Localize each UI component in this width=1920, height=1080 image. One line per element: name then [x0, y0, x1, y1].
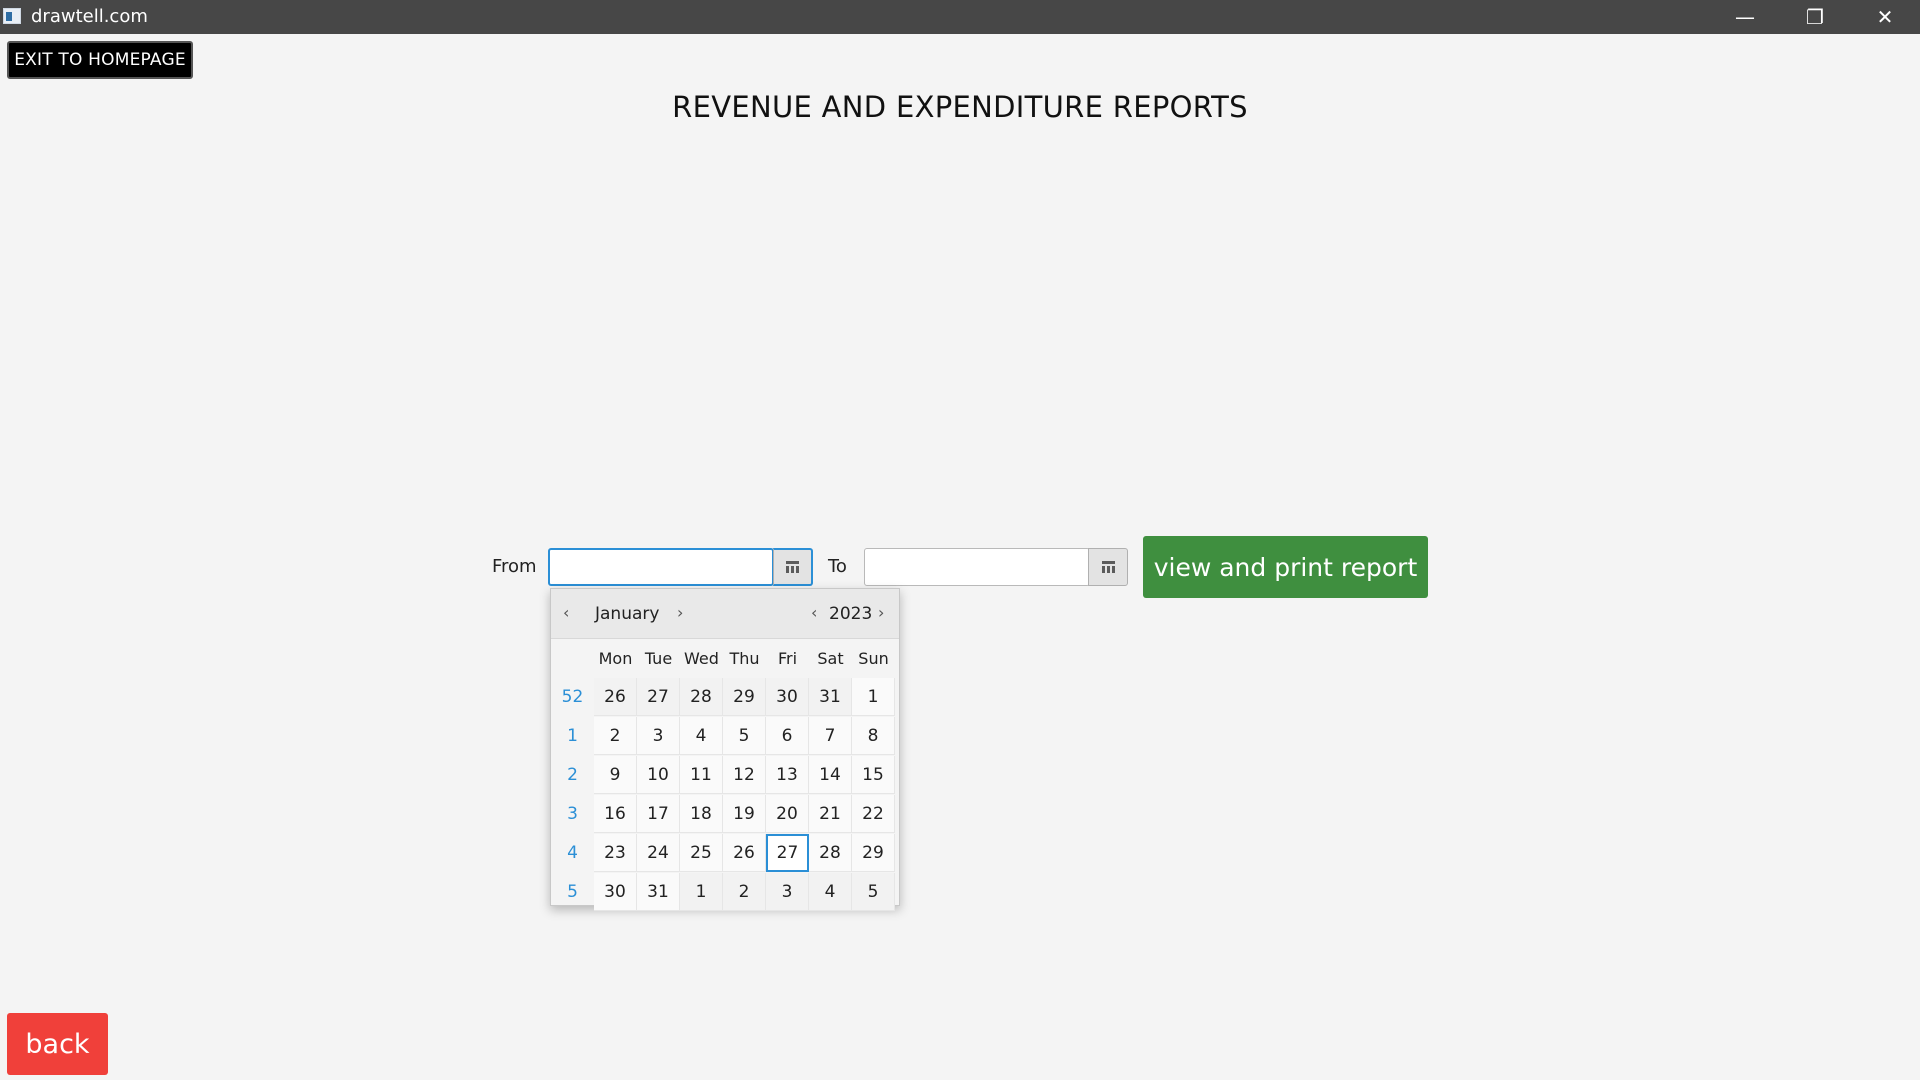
previous-month-chevron-icon[interactable]: ‹	[563, 603, 569, 622]
minimize-button[interactable]: —	[1710, 0, 1780, 34]
calendar-day[interactable]: 20	[766, 795, 809, 833]
date-picker-popup: ‹ January › ‹ 2023 › Mon Tue Wed Thu Fri…	[550, 588, 900, 911]
close-button[interactable]: ✕	[1850, 0, 1920, 34]
calendar-day[interactable]: 6	[766, 717, 809, 755]
calendar-day[interactable]: 30	[594, 873, 637, 911]
calendar-day[interactable]: 28	[809, 834, 852, 872]
from-date-input[interactable]	[548, 548, 774, 586]
maximize-button[interactable]: ❐	[1780, 0, 1850, 34]
calendar-day[interactable]: 24	[637, 834, 680, 872]
week-number: 5	[567, 882, 578, 902]
calendar-day[interactable]: 18	[680, 795, 723, 833]
calendar-day[interactable]: 5	[852, 873, 895, 911]
previous-year-chevron-icon[interactable]: ‹	[811, 603, 817, 622]
week-number: 4	[567, 843, 578, 863]
weekday-header: Fri	[777, 648, 798, 668]
calendar-day[interactable]: 9	[594, 756, 637, 794]
calendar-day[interactable]: 28	[680, 678, 723, 716]
calendar-day[interactable]: 25	[680, 834, 723, 872]
weekday-header: Sat	[817, 648, 844, 668]
exit-to-homepage-button[interactable]: EXIT TO HOMEPAGE	[7, 41, 193, 79]
calendar-day[interactable]: 19	[723, 795, 766, 833]
calendar-day[interactable]: 31	[637, 873, 680, 911]
calendar-day[interactable]: 2	[723, 873, 766, 911]
calendar-day[interactable]: 31	[809, 678, 852, 716]
calendar-day[interactable]: 1	[852, 678, 895, 716]
calendar-day[interactable]: 22	[852, 795, 895, 833]
view-and-print-report-button[interactable]: view and print report	[1143, 536, 1428, 598]
title-bar: drawtell.com — ❐ ✕	[0, 0, 1920, 34]
calendar-day[interactable]: 4	[809, 873, 852, 911]
calendar-day-today[interactable]: 27	[766, 834, 809, 872]
calendar-day[interactable]: 29	[723, 678, 766, 716]
month-label: January	[595, 604, 660, 624]
calendar-day[interactable]: 26	[594, 678, 637, 716]
calendar-day[interactable]: 29	[852, 834, 895, 872]
calendar-day[interactable]: 13	[766, 756, 809, 794]
app-icon	[3, 8, 21, 24]
back-button[interactable]: back	[7, 1013, 108, 1075]
calendar-day[interactable]: 21	[809, 795, 852, 833]
week-number: 2	[567, 765, 578, 785]
next-month-chevron-icon[interactable]: ›	[677, 603, 683, 622]
week-number: 52	[561, 687, 584, 707]
calendar-day[interactable]: 2	[594, 717, 637, 755]
window-title: drawtell.com	[31, 6, 148, 27]
year-label: 2023	[829, 604, 873, 624]
calendar-day[interactable]: 23	[594, 834, 637, 872]
weekday-header: Wed	[684, 648, 719, 668]
calendar-day[interactable]: 27	[637, 678, 680, 716]
weekday-header: Sun	[858, 648, 889, 668]
calendar-day[interactable]: 3	[766, 873, 809, 911]
to-date-input[interactable]	[864, 548, 1090, 586]
calendar-day[interactable]: 11	[680, 756, 723, 794]
calendar-icon	[786, 561, 799, 573]
page-title: REVENUE AND EXPENDITURE REPORTS	[672, 90, 1248, 124]
calendar-day[interactable]: 4	[680, 717, 723, 755]
calendar-day[interactable]: 12	[723, 756, 766, 794]
weekday-header: Tue	[644, 648, 673, 668]
calendar-day[interactable]: 17	[637, 795, 680, 833]
from-calendar-button[interactable]	[773, 548, 813, 586]
weekday-header: Mon	[598, 648, 633, 668]
calendar-day[interactable]: 26	[723, 834, 766, 872]
week-number: 3	[567, 804, 578, 824]
next-year-chevron-icon[interactable]: ›	[878, 603, 884, 622]
calendar-day[interactable]: 30	[766, 678, 809, 716]
date-picker-header: ‹ January › ‹ 2023 ›	[551, 589, 899, 639]
week-number: 1	[567, 726, 578, 746]
weekday-header: Thu	[729, 648, 760, 668]
calendar-day[interactable]: 7	[809, 717, 852, 755]
calendar-day[interactable]: 8	[852, 717, 895, 755]
calendar-day[interactable]: 16	[594, 795, 637, 833]
to-calendar-button[interactable]	[1088, 548, 1128, 586]
calendar-day[interactable]: 3	[637, 717, 680, 755]
from-label: From	[492, 556, 537, 577]
calendar-day[interactable]: 15	[852, 756, 895, 794]
to-label: To	[828, 556, 847, 577]
calendar-day[interactable]: 5	[723, 717, 766, 755]
calendar-day[interactable]: 14	[809, 756, 852, 794]
calendar-day[interactable]: 1	[680, 873, 723, 911]
calendar-day[interactable]: 10	[637, 756, 680, 794]
calendar-icon	[1101, 561, 1115, 573]
